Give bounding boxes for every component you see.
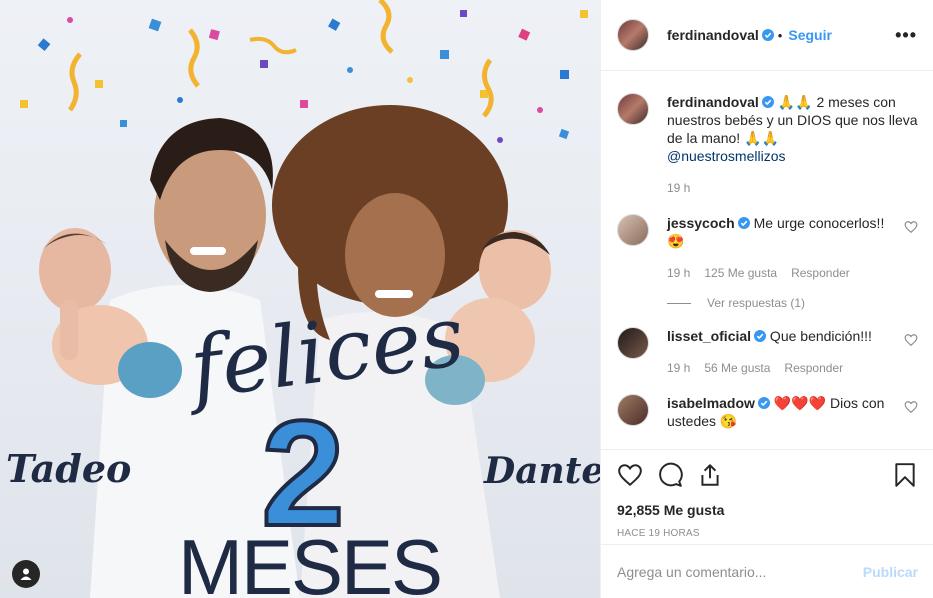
follow-button[interactable]: Seguir bbox=[788, 27, 832, 43]
comment-meta: 19 h 56 Me gusta Responder bbox=[667, 359, 894, 377]
comment-bubble-icon[interactable] bbox=[657, 462, 683, 488]
add-comment-bar: Publicar bbox=[601, 544, 933, 598]
bookmark-save-icon[interactable] bbox=[892, 462, 918, 488]
replies-divider bbox=[667, 302, 691, 304]
publish-button[interactable]: Publicar bbox=[863, 564, 918, 580]
comment-time[interactable]: 19 h bbox=[667, 359, 690, 377]
comment-time[interactable]: 19 h bbox=[667, 264, 690, 282]
like-heart-icon[interactable] bbox=[617, 462, 643, 488]
caption-mention-link[interactable]: @nuestrosmellizos bbox=[667, 148, 785, 164]
caption-body: ferdinandoval 🙏🙏 2 meses con nuestros be… bbox=[667, 93, 918, 197]
post-caption: ferdinandoval 🙏🙏 2 meses con nuestros be… bbox=[617, 71, 918, 197]
commenter-avatar[interactable] bbox=[617, 394, 649, 426]
verified-badge-icon bbox=[754, 330, 767, 342]
comment-username[interactable]: lisset_oficial bbox=[667, 328, 751, 344]
post-timestamp[interactable]: HACE 19 HORAS bbox=[617, 528, 918, 539]
share-icon[interactable] bbox=[697, 462, 723, 488]
comment-text: Que bendición!!! bbox=[766, 328, 872, 344]
reply-button[interactable]: Responder bbox=[791, 264, 850, 282]
comment-body: lisset_oficial Que bendición!!! 19 h 56 … bbox=[667, 327, 894, 377]
instagram-post: Tadeo Dante felices 2 MESES ferdinandova… bbox=[0, 0, 933, 598]
like-comment-heart-icon[interactable] bbox=[904, 400, 918, 414]
verified-badge-icon bbox=[737, 217, 750, 229]
header-separator: • bbox=[777, 27, 783, 43]
post-actions: 92,855 Me gusta HACE 19 HORAS bbox=[601, 449, 933, 544]
comment-input[interactable] bbox=[617, 563, 863, 580]
caption-time[interactable]: 19 h bbox=[667, 179, 690, 197]
post-details-panel: ferdinandoval • Seguir ••• ferdinandoval… bbox=[600, 0, 933, 598]
comment-likes[interactable]: 125 Me gusta bbox=[704, 264, 777, 282]
more-options-button[interactable]: ••• bbox=[895, 25, 917, 46]
comment-item: lisset_oficial Que bendición!!! 19 h 56 … bbox=[617, 310, 918, 377]
like-comment-heart-icon[interactable] bbox=[904, 220, 918, 234]
months-label: MESES bbox=[178, 523, 443, 598]
comments-list[interactable]: ferdinandoval 🙏🙏 2 meses con nuestros be… bbox=[601, 71, 933, 449]
comment-username[interactable]: isabelmadow bbox=[667, 395, 755, 411]
commenter-avatar[interactable] bbox=[617, 214, 649, 246]
author-username[interactable]: ferdinandoval bbox=[667, 27, 759, 43]
verified-badge-icon bbox=[761, 29, 774, 41]
comment-body: isabelmadow ❤️❤️❤️ Dios con ustedes 😘 bbox=[667, 394, 894, 430]
comment-item: jessycoch Me urge conocerlos!! 😍 19 h 12… bbox=[617, 197, 918, 282]
like-comment-heart-icon[interactable] bbox=[904, 333, 918, 347]
verified-badge-icon bbox=[757, 397, 770, 409]
verified-badge-icon bbox=[761, 96, 774, 108]
confetti bbox=[20, 0, 588, 147]
baby-name-left: Tadeo bbox=[6, 446, 132, 491]
action-icons bbox=[617, 460, 918, 490]
comment-likes[interactable]: 56 Me gusta bbox=[704, 359, 770, 377]
baby-name-right: Dante bbox=[484, 450, 600, 492]
comment-username[interactable]: jessycoch bbox=[667, 215, 735, 231]
comment-item: isabelmadow ❤️❤️❤️ Dios con ustedes 😘 bbox=[617, 377, 918, 430]
caption-author-avatar[interactable] bbox=[617, 93, 649, 125]
caption-username[interactable]: ferdinandoval bbox=[667, 94, 759, 110]
author-avatar[interactable] bbox=[617, 19, 649, 51]
comment-body: jessycoch Me urge conocerlos!! 😍 19 h 12… bbox=[667, 214, 894, 282]
view-replies-label: Ver respuestas (1) bbox=[707, 296, 806, 310]
caption-meta: 19 h bbox=[667, 179, 918, 197]
reply-button[interactable]: Responder bbox=[784, 359, 843, 377]
post-header: ferdinandoval • Seguir ••• bbox=[601, 0, 933, 71]
view-replies-button[interactable]: Ver respuestas (1) bbox=[667, 296, 918, 310]
post-image[interactable]: Tadeo Dante felices 2 MESES bbox=[0, 0, 600, 598]
commenter-avatar[interactable] bbox=[617, 327, 649, 359]
comment-meta: 19 h 125 Me gusta Responder bbox=[667, 264, 894, 282]
user-icon bbox=[20, 568, 32, 580]
tagged-users-button[interactable] bbox=[12, 560, 40, 588]
likes-count[interactable]: 92,855 Me gusta bbox=[617, 502, 918, 518]
